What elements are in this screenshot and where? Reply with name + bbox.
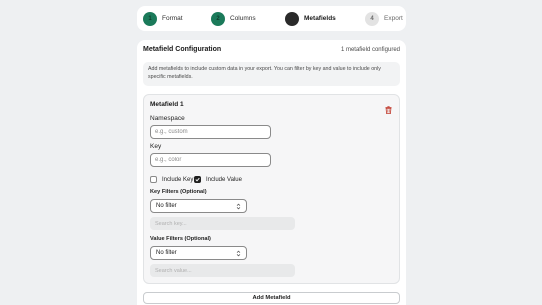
chevron-up-down-icon [236,203,241,209]
step-circle: 2 [211,11,225,26]
include-value-checkbox[interactable] [194,176,201,183]
include-value-option[interactable]: Include Value [194,175,242,184]
info-banner: Add metafields to include custom data in… [143,62,400,86]
step-circle: 3 [285,11,299,26]
step-label: Metafields [304,15,336,22]
search-value-input [150,264,295,277]
card-title: Metafield Configuration [143,46,222,53]
chevron-up-down-icon [236,250,241,256]
checkmark-icon [195,177,200,182]
step-export[interactable]: 4 Export [365,6,403,31]
namespace-input[interactable] [150,125,271,139]
step-label: Columns [230,15,256,22]
namespace-label: Namespace [150,115,185,122]
add-metafield-button[interactable]: Add Metafield [143,292,400,304]
step-label: Export [384,15,403,22]
key-filters-label: Key Filters (Optional) [150,189,207,195]
step-metafields[interactable]: 3 Metafields [285,6,336,31]
key-filter-select[interactable]: No filter [150,199,247,213]
include-key-label: Include Key [162,176,194,183]
step-columns[interactable]: 2 Columns [211,6,256,31]
value-filters-label: Value Filters (Optional) [150,236,211,242]
step-label: Format [162,15,183,22]
metafield-item: Metafield 1 Namespace Key Include Key [143,94,400,284]
key-label: Key [150,143,162,150]
step-circle: 1 [143,11,157,26]
step-format[interactable]: 1 Format [143,6,183,31]
include-value-label: Include Value [206,176,242,183]
metafield-configuration-card: Metafield Configuration 1 metafield conf… [137,40,406,305]
step-circle: 4 [365,11,379,26]
key-input[interactable] [150,153,271,167]
metafield-count: 1 metafield configured [340,47,400,53]
key-filter-value: No filter [156,203,177,209]
delete-metafield-icon[interactable] [385,101,392,114]
value-filter-value: No filter [156,250,177,256]
value-filter-select[interactable]: No filter [150,246,247,260]
metafield-title: Metafield 1 [150,101,184,108]
export-stepper: 1 Format 2 Columns 3 Metafields 4 Export [137,6,406,31]
search-key-input [150,217,295,230]
card-header: Metafield Configuration 1 metafield conf… [143,46,400,56]
include-key-option[interactable]: Include Key [150,175,193,184]
include-key-checkbox[interactable] [150,176,157,183]
